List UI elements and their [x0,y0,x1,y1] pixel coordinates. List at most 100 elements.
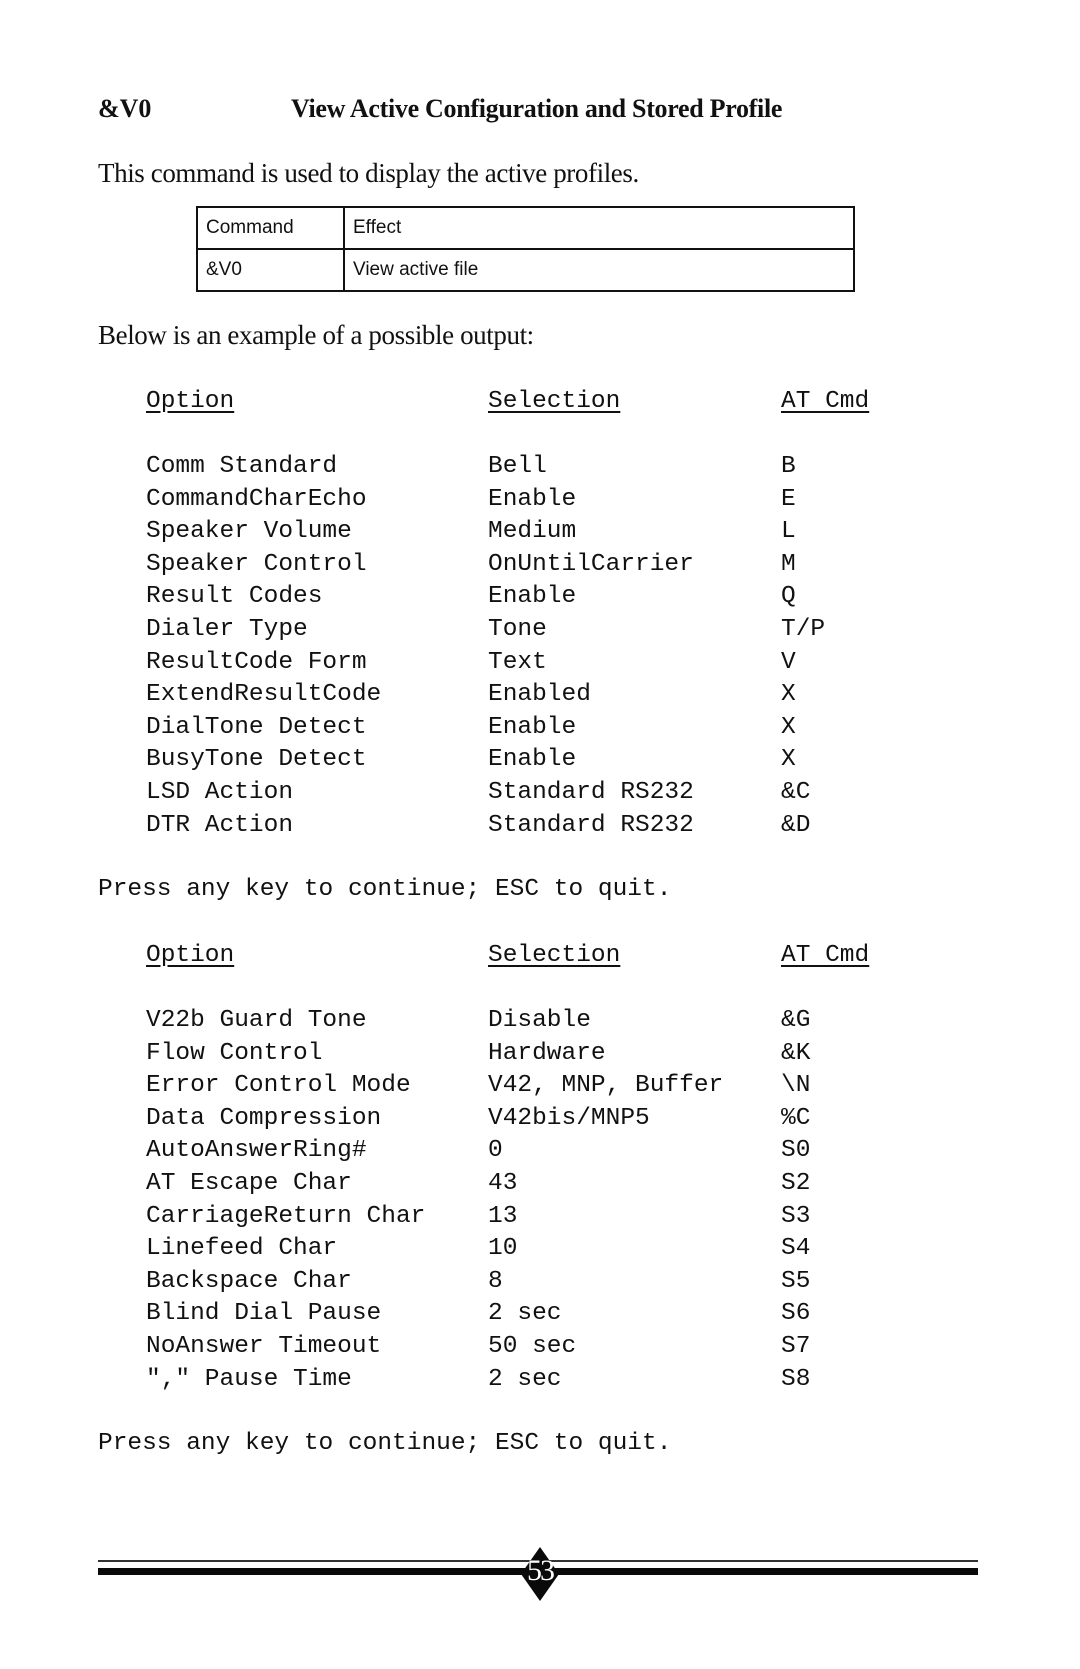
listing-cell-at-cmd: S4 [781,1235,811,1263]
listing-header-at-cmd: AT Cmd [781,942,870,969]
listing-row: LSD Action Standard RS232 &C [146,777,946,809]
command-table-header-effect: Effect [343,206,855,250]
listing-row: Speaker Control OnUntilCarrier M [146,549,946,581]
intro-paragraph: This command is used to display the acti… [98,158,639,188]
listing-cell-at-cmd: L [781,518,796,546]
listing-cell-selection: Enable [488,485,577,513]
command-table-header-row: Command Effect [196,206,855,250]
listing-cell-selection: 2 sec [488,1365,562,1393]
listing-cell-option: AutoAnswerRing# [146,1137,367,1165]
listing-cell-option: V22b Guard Tone [146,1007,367,1034]
listing-cell-selection: Medium [488,518,577,546]
listing-cell-option: Comm Standard [146,453,338,480]
listing-cell-option: NoAnswer Timeout [146,1333,382,1360]
listing-cell-selection: V42bis/MNP5 [488,1104,650,1132]
listing-cell-at-cmd: X [781,681,796,709]
listing-cell-option: Speaker Control [146,550,367,578]
listing-cell-selection: 8 [488,1267,503,1295]
listing-cell-selection: 50 sec [488,1333,577,1360]
listing-row: AT Escape Char 43 S2 [146,1168,946,1200]
listing-row: ExtendResultCode Enabled X [146,679,946,711]
command-table-cell-command: &V0 [196,248,345,292]
heading-command: &V0 [98,94,152,123]
listing-cell-selection: Enable [488,746,577,774]
listing-cell-at-cmd: X [781,713,796,741]
listing-cell-option: Result Codes [146,583,323,611]
listing-row: BusyTone Detect Enable X [146,744,946,776]
listing-cell-at-cmd: &G [781,1007,811,1034]
listing-header-selection: Selection [488,942,621,969]
continue-prompt-1: Press any key to continue; ESC to quit. [98,876,672,903]
listing-cell-at-cmd: M [781,550,796,578]
listing-cell-at-cmd: S3 [781,1202,811,1230]
listing-row: CommandCharEcho Enable E [146,484,946,516]
listing-row: DialTone Detect Enable X [146,712,946,744]
listing-cell-option: CommandCharEcho [146,485,367,513]
listing-cell-option: "," Pause Time [146,1365,352,1393]
listing-cell-at-cmd: B [781,453,796,480]
listing-cell-selection: Disable [488,1007,591,1034]
listing-row: Speaker Volume Medium L [146,516,946,548]
listing-row: NoAnswer Timeout 50 sec S7 [146,1331,946,1363]
listing-cell-at-cmd: \N [781,1072,811,1100]
listing-cell-option: Blind Dial Pause [146,1300,382,1328]
listing-cell-option: DTR Action [146,811,294,839]
listing-cell-at-cmd: S2 [781,1170,811,1197]
listing-cell-selection: OnUntilCarrier [488,550,694,578]
listing-row: AutoAnswerRing# 0 S0 [146,1135,946,1167]
listing-cell-option: Data Compression [146,1104,382,1132]
listing-cell-option: Dialer Type [146,616,308,643]
page-number: 53 [527,1554,555,1587]
heading-title: View Active Configuration and Stored Pro… [291,94,783,123]
listing-cell-at-cmd: T/P [781,616,826,643]
listing-header-option: Option [146,388,235,415]
listing-cell-option: LSD Action [146,779,294,806]
listing-cell-at-cmd: &K [781,1039,811,1067]
command-table-header-command: Command [196,206,345,250]
below-paragraph: Below is an example of a possible output… [98,320,534,350]
listing-cell-at-cmd: S8 [781,1365,811,1393]
listing-row: V22b Guard Tone Disable &G [146,1005,946,1037]
listing-header-option: Option [146,942,235,969]
listing-cell-selection: Standard RS232 [488,811,694,839]
listing-cell-selection: Enable [488,713,577,741]
listing-row: Result Codes Enable Q [146,581,946,613]
listing-cell-selection: 0 [488,1137,503,1165]
listing-cell-selection: 2 sec [488,1300,562,1328]
listing-row: DTR Action Standard RS232 &D [146,810,946,842]
section-heading: &V0 View Active Configuration and Stored… [98,94,998,128]
listing-header-row: Option Selection AT Cmd [146,940,946,972]
listing-cell-selection: Standard RS232 [488,779,694,806]
command-table-row: &V0 View active file [196,248,855,292]
listing-cell-at-cmd: V [781,648,796,676]
listing-cell-at-cmd: S7 [781,1333,811,1360]
listing-cell-selection: Tone [488,616,547,643]
listing-row: Backspace Char 8 S5 [146,1266,946,1298]
listing-cell-selection: Text [488,648,547,676]
listing-cell-option: Linefeed Char [146,1235,338,1263]
listing-header-row: Option Selection AT Cmd [146,386,946,418]
listing-cell-option: Flow Control [146,1039,323,1067]
listing-cell-option: ExtendResultCode [146,681,382,709]
listing-cell-option: Error Control Mode [146,1072,411,1100]
listing-cell-option: CarriageReturn Char [146,1202,426,1230]
listing-cell-at-cmd: S0 [781,1137,811,1165]
listing-cell-option: DialTone Detect [146,713,367,741]
listing-row: Linefeed Char 10 S4 [146,1233,946,1265]
listing-header-at-cmd: AT Cmd [781,388,870,415]
listing-cell-selection: Hardware [488,1039,606,1067]
listing-row: "," Pause Time 2 sec S8 [146,1364,946,1396]
listing-header-selection: Selection [488,388,621,415]
listing-cell-selection: Enable [488,583,577,611]
listing-row: Comm Standard Bell B [146,451,946,483]
listing-row: ResultCode Form Text V [146,647,946,679]
listing-cell-option: Backspace Char [146,1267,352,1295]
listing-cell-option: Speaker Volume [146,518,352,546]
listing-cell-selection: 43 [488,1170,518,1197]
command-table: Command Effect &V0 View active file [196,206,855,292]
listing-row: Blind Dial Pause 2 sec S6 [146,1298,946,1330]
listing-cell-selection: 10 [488,1235,518,1263]
listing-cell-selection: Enabled [488,681,591,709]
listing-cell-option: AT Escape Char [146,1170,352,1197]
listing-row: Error Control Mode V42, MNP, Buffer \N [146,1070,946,1102]
